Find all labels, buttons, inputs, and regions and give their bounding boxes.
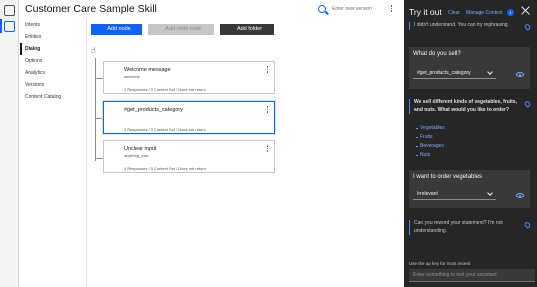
user-message-card: I want to order vegetables Irrelevant xyxy=(409,170,530,208)
node-title: Unclear input xyxy=(124,146,157,152)
nav-item-entities[interactable]: Entities xyxy=(20,31,86,43)
clear-link[interactable]: Clear xyxy=(448,10,460,16)
option-vegetables[interactable]: Vegetables xyxy=(416,124,445,133)
skills-icon[interactable] xyxy=(4,21,15,32)
node-condition: welcome xyxy=(124,74,140,79)
chat-icon[interactable] xyxy=(4,5,15,16)
option-nuts[interactable]: Nuts xyxy=(416,151,445,160)
intent-selected: Irrelevant xyxy=(417,191,438,197)
bot-message: I didn't understand. You can try rephras… xyxy=(409,22,521,30)
chevron-down-icon xyxy=(487,190,493,196)
overflow-menu-icon[interactable] xyxy=(390,5,393,14)
intent-selected: #get_products_category xyxy=(417,70,471,76)
tree-branch xyxy=(95,118,103,119)
user-message: I want to order vegetables xyxy=(413,174,483,180)
nav-item-options[interactable]: Options xyxy=(20,55,86,67)
dialog-node-get-products-category[interactable]: #get_products_category 1 Responses / 0 C… xyxy=(103,101,275,134)
node-meta: 1 Responses / 0 Context Set / Does not r… xyxy=(124,166,206,171)
intent-dropdown[interactable]: Irrelevant xyxy=(413,189,496,200)
skill-nav: Intents Entities Dialog Options Analytic… xyxy=(20,19,86,103)
try-it-out-panel: Try it out Clear Manage Context 1 I didn… xyxy=(404,0,537,287)
nav-item-versions[interactable]: Versions xyxy=(20,79,86,91)
nav-item-dialog[interactable]: Dialog xyxy=(20,43,86,55)
icon-rail xyxy=(0,0,19,287)
dialog-node-welcome[interactable]: Welcome message welcome 1 Responses / 0 … xyxy=(103,61,275,94)
dialog-node-unclear-input[interactable]: Unclear input anything_else 1 Responses … xyxy=(103,140,275,173)
tree-branch xyxy=(95,158,103,159)
manage-context-link[interactable]: Manage Context xyxy=(466,10,503,16)
location-pin-icon[interactable] xyxy=(523,23,532,31)
message-input[interactable] xyxy=(409,269,535,282)
search-icon[interactable] xyxy=(318,5,326,13)
nav-item-intents[interactable]: Intents xyxy=(20,19,86,31)
input-hint: Use the up key for most recent xyxy=(409,261,471,266)
tree-branch xyxy=(95,78,103,79)
nav-divider xyxy=(86,19,87,287)
location-pin-icon[interactable] xyxy=(523,221,532,229)
panel-title: Try it out xyxy=(409,7,442,17)
option-list: Vegetables Fruits Beverages Nuts xyxy=(416,124,445,160)
node-condition: anything_else xyxy=(124,153,149,158)
close-icon[interactable] xyxy=(521,6,530,15)
nav-item-analytics[interactable]: Analytics xyxy=(20,67,86,79)
node-meta: 1 Responses / 0 Context Set / Does not r… xyxy=(124,127,206,132)
version-input[interactable] xyxy=(332,3,382,15)
node-menu-icon[interactable] xyxy=(266,66,269,75)
location-pin-icon[interactable] xyxy=(523,100,532,108)
node-menu-icon[interactable] xyxy=(266,145,269,154)
bot-message: Can you reword your statement? I'm not u… xyxy=(409,220,521,235)
user-message: What do you sell? xyxy=(413,51,461,57)
add-child-node-button[interactable]: Add child node xyxy=(148,24,214,35)
bot-message: We sell different kinds of vegetables, f… xyxy=(409,99,521,114)
hand-pointer-icon: ☝ xyxy=(91,46,96,55)
eye-icon[interactable] xyxy=(516,72,524,77)
context-count-badge: 1 xyxy=(507,9,514,16)
chevron-down-icon xyxy=(487,69,493,75)
node-meta: 1 Responses / 0 Context Set / Does not r… xyxy=(124,87,206,92)
nav-item-content-catalog[interactable]: Content Catalog xyxy=(20,91,86,103)
add-node-button[interactable]: Add node xyxy=(91,24,142,35)
tree-connector xyxy=(95,58,96,161)
intent-dropdown[interactable]: #get_products_category xyxy=(413,68,496,79)
rail-selection-indicator xyxy=(0,19,2,33)
node-title: #get_products_category xyxy=(124,107,184,113)
option-fruits[interactable]: Fruits xyxy=(416,133,445,142)
node-title: Welcome message xyxy=(124,67,171,73)
page-title: Customer Care Sample Skill xyxy=(25,3,157,15)
eye-icon[interactable] xyxy=(516,193,524,198)
add-folder-button[interactable]: Add folder xyxy=(220,24,274,35)
node-menu-icon[interactable] xyxy=(266,106,269,115)
user-message-card: What do you sell? #get_products_category xyxy=(409,47,530,89)
option-beverages[interactable]: Beverages xyxy=(416,142,445,151)
